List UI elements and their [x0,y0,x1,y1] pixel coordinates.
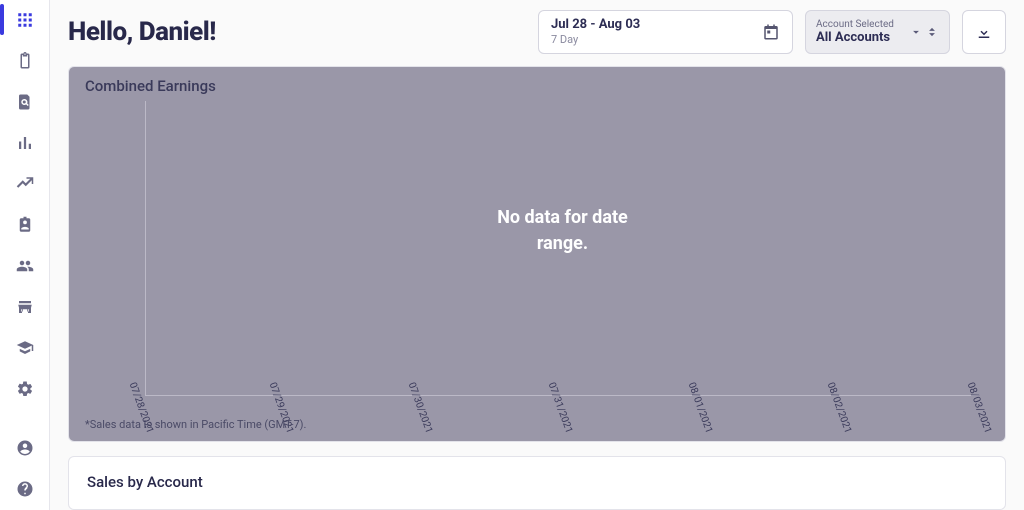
no-data-message: No data for date range. [473,205,653,255]
sidebar-item-settings[interactable] [7,377,43,400]
account-select-label: Account Selected [816,19,894,30]
bar-chart-icon [16,134,34,152]
people-icon [16,257,34,275]
download-icon [975,23,993,41]
sidebar-item-tasks[interactable] [7,49,43,72]
x-tick: 07/29/2021 [232,381,281,409]
help-icon [16,480,34,498]
store-icon [16,298,34,316]
account-icon [16,439,34,457]
badge-icon [16,216,34,234]
chevron-down-icon [909,25,923,39]
date-range-subtext: 7 Day [551,34,640,46]
chart-area: No data for date range. [145,101,979,396]
account-select-value: All Accounts [816,31,894,45]
sort-icon [925,25,939,39]
date-range-text: Jul 28 - Aug 03 [551,18,640,32]
sidebar-item-reports[interactable] [7,131,43,154]
sidebar [0,0,50,510]
sidebar-item-store[interactable] [7,295,43,318]
sidebar-item-search-doc[interactable] [7,90,43,113]
sidebar-item-people[interactable] [7,254,43,277]
calendar-icon [762,23,780,41]
main: Hello, Daniel! Jul 28 - Aug 03 7 Day Acc… [50,0,1024,510]
clipboard-icon [16,52,34,70]
x-tick: 07/30/2021 [371,381,420,409]
x-tick: 08/01/2021 [651,381,700,409]
sidebar-item-account[interactable] [7,436,43,459]
combined-earnings-card: Combined Earnings No data for date range… [68,66,1006,442]
sidebar-item-help[interactable] [7,477,43,500]
card-title: Combined Earnings [85,77,989,95]
header: Hello, Daniel! Jul 28 - Aug 03 7 Day Acc… [68,10,1006,54]
search-page-icon [16,93,34,111]
card2-title: Sales by Account [87,473,987,491]
graduation-icon [16,339,34,357]
sidebar-item-learn[interactable] [7,336,43,359]
gear-icon [16,380,34,398]
chart-footnote: *Sales data is shown in Pacific Time (GM… [85,418,306,431]
x-tick: 08/03/2021 [930,381,979,409]
greeting: Hello, Daniel! [68,17,216,47]
grid-icon [16,11,34,29]
trend-icon [16,175,34,193]
x-tick: 08/02/2021 [790,381,839,409]
sidebar-item-id[interactable] [7,213,43,236]
download-button[interactable] [962,10,1006,54]
x-tick: 07/28/2021 [92,381,141,409]
x-tick: 07/31/2021 [511,381,560,409]
sidebar-item-trends[interactable] [7,172,43,195]
sales-by-account-card: Sales by Account [68,456,1006,510]
account-select[interactable]: Account Selected All Accounts [805,10,950,54]
sidebar-item-apps[interactable] [7,8,43,31]
date-range-picker[interactable]: Jul 28 - Aug 03 7 Day [538,10,793,54]
